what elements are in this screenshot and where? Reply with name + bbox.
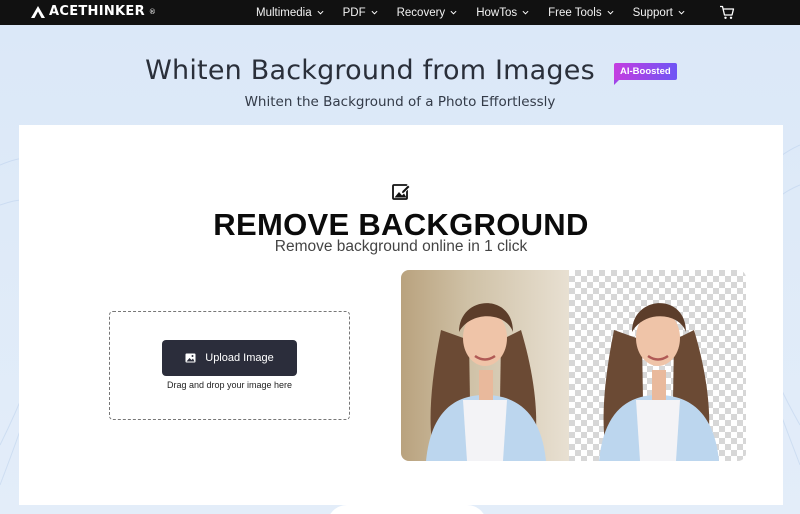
portrait-original xyxy=(426,303,546,461)
bottom-tab-edge xyxy=(327,505,487,514)
nav-item-label: HowTos xyxy=(476,6,518,19)
nav-item-label: Recovery xyxy=(396,6,446,19)
chevron-down-icon xyxy=(522,10,529,15)
drop-hint: Drag and drop your image here xyxy=(166,380,293,390)
chevron-down-icon xyxy=(371,10,378,15)
hero-title-row: Whiten Background from Images xyxy=(0,52,800,88)
cart-icon[interactable] xyxy=(719,5,735,20)
brand-logo[interactable]: ACETHINKER ® xyxy=(31,4,156,19)
upload-dropzone[interactable]: Upload Image Drag and drop your image he… xyxy=(109,311,350,420)
ai-boosted-badge: AI-Boosted xyxy=(614,63,677,85)
upload-button-label: Upload Image xyxy=(205,352,274,364)
before-after-preview xyxy=(401,270,746,461)
image-icon xyxy=(185,353,196,363)
brand-reg: ® xyxy=(148,7,157,16)
logo-mark-icon xyxy=(31,5,45,18)
image-edit-icon xyxy=(392,184,411,200)
nav-item-label: Support xyxy=(632,6,673,19)
nav-item-label: Free Tools xyxy=(548,6,602,19)
nav-item-free-tools[interactable]: Free Tools xyxy=(548,6,614,19)
upload-image-button[interactable]: Upload Image xyxy=(162,340,297,376)
nav-item-label: PDF xyxy=(342,6,366,19)
nav-item-pdf[interactable]: PDF xyxy=(343,7,378,19)
main-menu: Multimedia PDF Recovery HowTos Free Tool… xyxy=(256,0,704,25)
brand-name: ACETHINKER xyxy=(49,4,145,19)
nav-item-label: Multimedia xyxy=(256,6,312,19)
page-subtitle: Whiten the Background of a Photo Effortl… xyxy=(244,94,556,110)
nav-item-howtos[interactable]: HowTos xyxy=(476,7,529,19)
nav-item-multimedia[interactable]: Multimedia xyxy=(256,7,324,19)
nav-item-support[interactable]: Support xyxy=(633,7,685,19)
chevron-down-icon xyxy=(607,10,614,15)
nav-item-recovery[interactable]: Recovery xyxy=(397,7,458,19)
portrait-cutout xyxy=(599,303,719,461)
tool-card: REMOVE BACKGROUND Remove background onli… xyxy=(19,125,783,505)
chevron-down-icon xyxy=(317,10,324,15)
chevron-down-icon xyxy=(678,10,685,15)
tool-subheading: Remove background online in 1 click xyxy=(274,238,528,255)
page-title: Whiten Background from Images xyxy=(145,54,595,86)
top-nav: ACETHINKER ® Multimedia PDF Recovery How… xyxy=(0,0,800,25)
chevron-down-icon xyxy=(450,10,457,15)
